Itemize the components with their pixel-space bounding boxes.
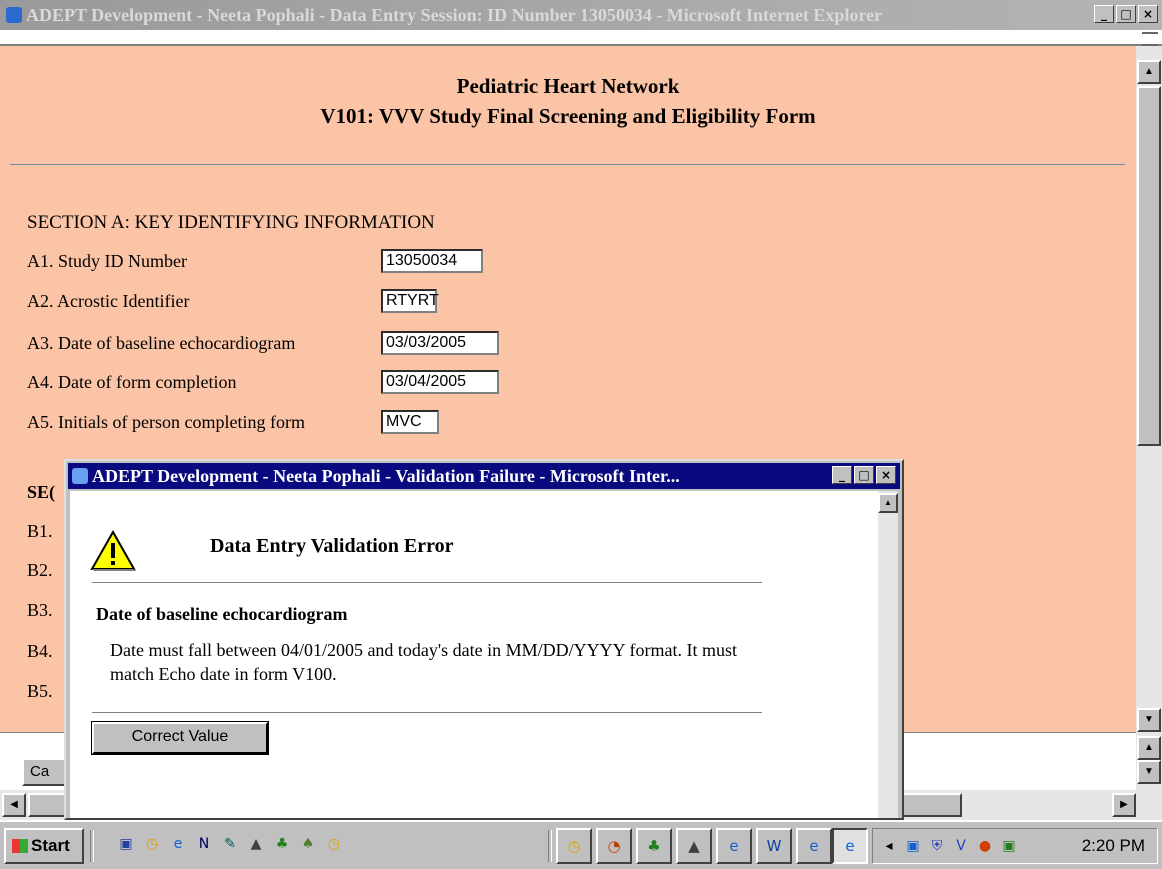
ie-icon [6,7,22,23]
divider [92,712,762,714]
dialog-title: ADEPT Development - Neeta Pophali - Vali… [92,466,680,486]
toolbar-grip[interactable] [1142,32,1158,46]
task-app-icon[interactable]: ◔ [596,828,632,864]
field-label-completion-date: A4. Date of form completion [27,372,237,392]
section-b-heading: SE( [27,482,56,502]
start-label: Start [31,836,70,855]
field-label-initials: A5. Initials of person completing form [27,412,305,432]
vertical-scrollbar[interactable]: ▲ ▼ ▲ ▼ [1136,46,1162,790]
task-ie-icon[interactable]: e [716,828,752,864]
dialog-titlebar[interactable]: ADEPT Development - Neeta Pophali - Vali… [68,463,900,489]
main-window-title: ADEPT Development - Neeta Pophali - Data… [26,5,883,25]
field-label-echo-date: A3. Date of baseline echocardiogram [27,333,296,353]
clock-app-icon[interactable]: ◷ [322,832,346,856]
divider [90,830,94,862]
app-tray-icon[interactable]: ● [973,834,997,858]
scroll-right-icon[interactable]: ▶ [1112,793,1136,817]
close-button[interactable]: × [1138,5,1158,23]
b1-label: B1. [27,521,53,541]
study-id-input[interactable]: 13050034 [381,249,483,273]
error-message: Date must fall between 04/01/2005 and to… [110,640,737,684]
users-icon[interactable]: ♣ [270,832,294,856]
task-tool-icon[interactable]: ▲ [676,828,712,864]
network-icon[interactable]: N [192,832,216,856]
b5-label: B5. [27,681,53,701]
volume-icon[interactable]: ◂ [877,834,901,858]
correct-value-button[interactable]: Correct Value [91,721,269,755]
notes-icon[interactable]: ✎ [218,832,242,856]
divider [10,164,1125,165]
internet-explorer-icon[interactable]: e [166,832,190,856]
maximize-button[interactable]: □ [1116,5,1136,23]
office-icon[interactable]: ▣ [114,832,138,856]
scroll-up-icon[interactable]: ▲ [1137,60,1161,84]
dialog-scroll-up-icon[interactable]: ▲ [878,493,898,513]
acrostic-input[interactable]: RTYRT [381,289,439,313]
minimize-button[interactable]: _ [1094,5,1114,23]
echo-date-input[interactable]: 03/03/2005 [381,331,499,355]
shield-icon[interactable]: ⛨ [925,834,949,858]
scroll-left-icon[interactable]: ◀ [2,793,26,817]
b3-label: B3. [27,600,53,620]
dialog-maximize-button[interactable]: □ [854,466,874,484]
dialog-body: Data Entry Validation Error Date of base… [70,491,878,818]
scroll-down-icon[interactable]: ▼ [1137,708,1161,732]
cancel-button[interactable]: Ca [22,758,70,786]
field-label-acrostic: A2. Acrostic Identifier [27,291,190,311]
dialog-close-button[interactable]: × [876,466,896,484]
org-heading: Pediatric Heart Network [456,74,680,98]
warning-icon [90,529,136,571]
validation-dialog: ADEPT Development - Neeta Pophali - Vali… [64,459,904,820]
frame-scroll-up-icon[interactable]: ▲ [1137,736,1161,760]
main-window-titlebar[interactable]: ADEPT Development - Neeta Pophali - Data… [0,0,1162,30]
antivirus-icon[interactable]: V [949,834,973,858]
dialog-scrollbar[interactable]: ▲ [878,491,898,818]
app-icon[interactable]: ♠ [296,832,320,856]
completion-date-input[interactable]: 03/04/2005 [381,370,499,394]
clock[interactable]: 2:20 PM [1082,829,1145,863]
error-field-name: Date of baseline echocardiogram [96,604,348,624]
dialog-minimize-button[interactable]: _ [832,466,852,484]
network-tray-icon[interactable]: ▣ [901,834,925,858]
windows-logo-icon [12,839,28,853]
task-users-icon[interactable]: ♣ [636,828,672,864]
field-label-study-id: A1. Study ID Number [27,251,187,271]
b4-label: B4. [27,641,53,661]
taskbar: Start ▣ ◷ e N ✎ ▲ ♣ ♠ ◷ ◷ ◔ ♣ ▲ e W e e … [0,820,1162,869]
divider [92,582,762,584]
task-ie-icon[interactable]: e [796,828,832,864]
ie-icon [72,468,88,484]
tool-icon[interactable]: ▲ [244,832,268,856]
task-clock-icon[interactable]: ◷ [556,828,592,864]
monitor-icon[interactable]: ▣ [997,834,1021,858]
frame-scroll-down-icon[interactable]: ▼ [1137,760,1161,784]
task-ie-active-icon[interactable]: e [832,828,868,864]
clock-app-icon[interactable]: ◷ [140,832,164,856]
scroll-thumb[interactable] [1137,86,1161,446]
divider [548,830,552,862]
b2-label: B2. [27,560,53,580]
dialog-heading: Data Entry Validation Error [210,535,454,557]
task-word-icon[interactable]: W [756,828,792,864]
toolbar-strip [0,30,1162,46]
start-button[interactable]: Start [4,828,84,864]
section-a-heading: SECTION A: KEY IDENTIFYING INFORMATION [27,212,435,233]
initials-input[interactable]: MVC [381,410,439,434]
form-title: V101: VVV Study Final Screening and Elig… [320,104,816,128]
system-tray: ◂ ▣ ⛨ V ● ▣ 2:20 PM [872,828,1158,864]
